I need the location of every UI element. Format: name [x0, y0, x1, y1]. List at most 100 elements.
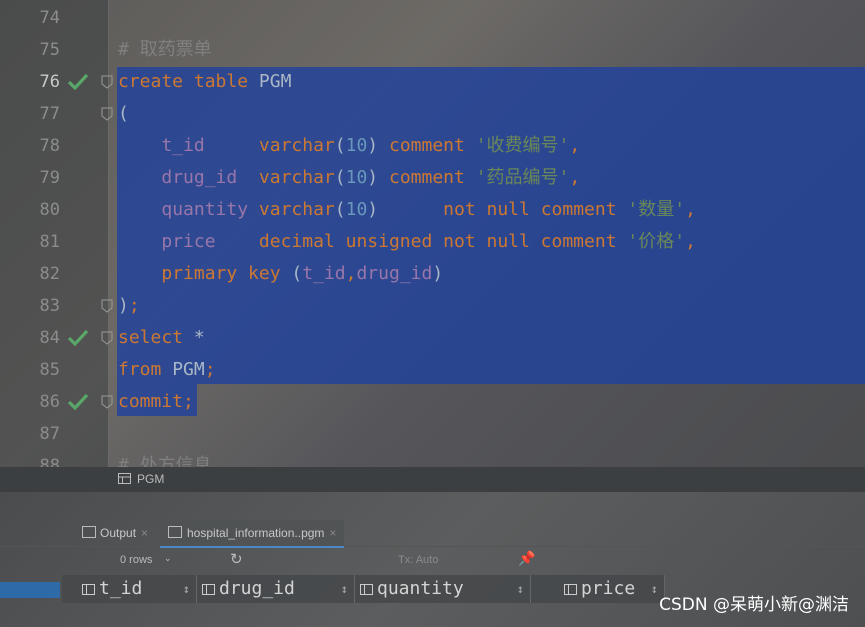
tab-hospital-information[interactable]: hospital_information..pgm ×: [160, 520, 345, 548]
close-icon[interactable]: ×: [141, 526, 148, 540]
result-toolbar: 0 rows ⌄ ↻ Tx: Auto 📌: [62, 547, 865, 572]
breadcrumb[interactable]: PGM: [0, 467, 865, 492]
code-token: '价格': [627, 231, 686, 252]
line-number: 79: [39, 168, 60, 188]
selected-node-highlight[interactable]: [0, 582, 60, 598]
chevron-down-icon[interactable]: ⌄: [164, 553, 172, 564]
code-token: ,: [569, 167, 581, 188]
code-text: );: [118, 290, 140, 322]
output-icon: [82, 526, 96, 538]
code-token: '收费编号': [475, 135, 570, 156]
code-line[interactable]: 77 (: [0, 98, 865, 130]
code-line[interactable]: 83);: [0, 290, 865, 322]
code-token: comment: [388, 167, 465, 188]
row-count[interactable]: 0 rows: [120, 554, 152, 566]
column-header-drug-id[interactable]: drug_id ↕: [196, 575, 355, 603]
column-label: quantity: [377, 578, 464, 599]
line-number: 82: [39, 264, 60, 284]
sort-icon[interactable]: ↕: [341, 575, 348, 603]
code-token: *: [183, 327, 205, 348]
column-icon: [82, 584, 95, 595]
code-line[interactable]: 82 primary key (t_id,drug_id): [0, 258, 865, 290]
code-token: ,: [685, 199, 696, 220]
code-text: from PGM;: [118, 354, 216, 386]
code-token: price: [161, 231, 216, 252]
line-number: 87: [39, 424, 60, 444]
code-token: ): [367, 167, 389, 188]
sort-icon[interactable]: ↕: [651, 575, 658, 603]
column-header-quantity[interactable]: quantity ↕: [354, 575, 531, 603]
code-line[interactable]: 85 from PGM;: [0, 354, 865, 386]
pin-icon[interactable]: 📌: [518, 550, 535, 567]
code-line[interactable]: 74: [0, 2, 865, 34]
code-token: PGM: [248, 71, 292, 92]
code-editor[interactable]: 74 75 # 取药票单 76 create table PGM 77 (78 t_id v…: [0, 0, 865, 492]
code-line[interactable]: 80 quantity varchar(10) not null comment…: [0, 194, 865, 226]
column-header-price[interactable]: price ↕: [530, 575, 665, 603]
line-number: 81: [39, 232, 60, 252]
tab-output-label: Output: [100, 526, 137, 540]
code-line[interactable]: 86 commit;: [0, 386, 865, 418]
code-line[interactable]: 75 # 取药票单: [0, 34, 865, 66]
code-text: price decimal unsigned not null comment …: [118, 226, 696, 258]
code-token: '数量': [627, 199, 686, 220]
code-token: ,: [345, 263, 357, 284]
tx-mode[interactable]: Tx: Auto: [398, 554, 438, 566]
code-token: ;: [183, 391, 194, 412]
code-token: (: [334, 135, 346, 156]
code-token: primary key: [161, 263, 281, 284]
code-line[interactable]: 81 price decimal unsigned not null comme…: [0, 226, 865, 258]
column-icon: [564, 584, 577, 595]
code-token: table: [193, 71, 249, 92]
fold-marker-icon[interactable]: [101, 395, 113, 409]
code-token: ;: [128, 295, 140, 316]
code-line[interactable]: 76 create table PGM: [0, 66, 865, 98]
code-token: from: [118, 359, 162, 380]
code-line[interactable]: 87: [0, 418, 865, 450]
tab-output[interactable]: Output ×: [76, 520, 154, 546]
sort-icon[interactable]: ↕: [183, 575, 190, 603]
code-token: varchar: [258, 135, 335, 156]
code-line[interactable]: 79 drug_id varchar(10) comment '药品编号',: [0, 162, 865, 194]
code-token: commit: [118, 391, 184, 412]
table-icon: [118, 473, 131, 484]
code-text: (: [118, 98, 129, 130]
fold-marker-icon[interactable]: [101, 107, 113, 121]
line-number: 77: [39, 104, 60, 124]
code-token: drug_id: [356, 263, 433, 284]
checkmark-icon: [67, 329, 89, 347]
code-line[interactable]: 84 select *: [0, 322, 865, 354]
fold-marker-icon[interactable]: [101, 331, 113, 345]
code-token: ): [367, 135, 389, 156]
close-icon[interactable]: ×: [329, 526, 336, 540]
fold-marker-icon[interactable]: [101, 75, 113, 89]
code-token: ): [432, 263, 444, 284]
line-number: 84: [39, 328, 60, 348]
code-token: (: [118, 103, 129, 124]
fold-marker-icon[interactable]: [101, 299, 113, 313]
line-number: 83: [39, 296, 60, 316]
result-tabs: Output × hospital_information..pgm ×: [0, 520, 865, 548]
code-token: ,: [569, 135, 581, 156]
code-token: decimal unsigned not null comment: [258, 231, 617, 252]
sort-icon[interactable]: ↕: [517, 575, 524, 603]
code-token: # 取药票单: [118, 39, 212, 60]
column-label: drug_id: [219, 578, 295, 599]
code-token: t_id: [161, 135, 205, 156]
line-number: 85: [39, 360, 60, 380]
code-token: select: [118, 327, 184, 348]
code-text: primary key (t_id,drug_id): [118, 258, 443, 290]
code-token: ;: [204, 359, 216, 380]
line-number: 76: [39, 72, 60, 92]
code-line[interactable]: 78 t_id varchar(10) comment '收费编号',: [0, 130, 865, 162]
code-token: drug_id: [161, 167, 238, 188]
column-header-t-id[interactable]: t_id ↕: [62, 575, 197, 603]
refresh-icon[interactable]: ↻: [230, 550, 243, 568]
